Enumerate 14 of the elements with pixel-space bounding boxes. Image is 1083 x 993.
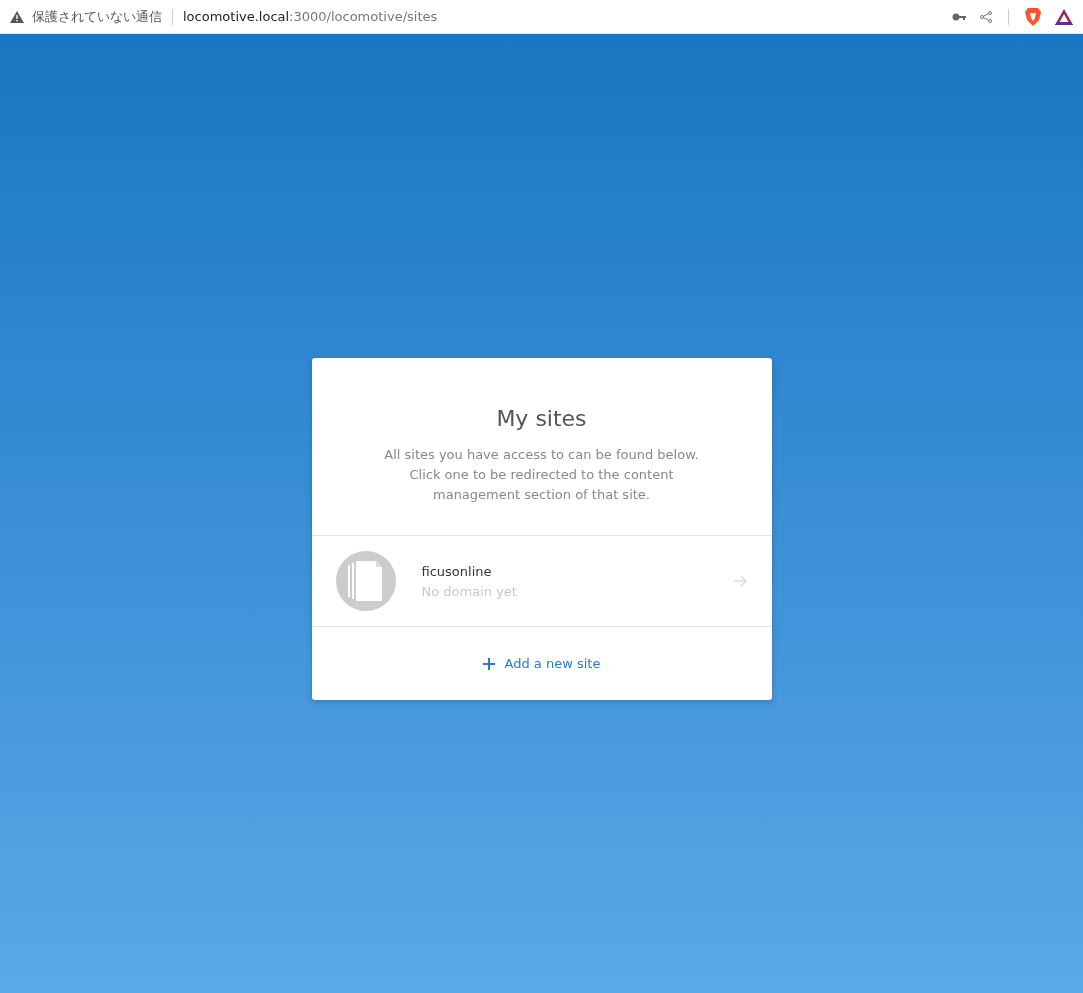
document-icon <box>347 561 384 601</box>
security-label[interactable]: 保護されていない通信 <box>32 7 162 26</box>
site-name: ficusonline <box>421 563 493 579</box>
warning-icon <box>10 10 24 23</box>
plus-icon <box>482 657 495 670</box>
key-icon[interactable] <box>952 12 966 21</box>
arrow-right-icon <box>733 575 748 587</box>
lion-shield-icon[interactable] <box>1025 7 1041 26</box>
share-icon[interactable] <box>980 10 992 23</box>
card-description: All sites you have access to can be found below. Click one to be redirected to the content management section of that site. <box>383 446 700 504</box>
url-field[interactable]: locomotive.local:3000/locomotive/sites <box>183 9 944 24</box>
card-title: My sites <box>495 406 588 431</box>
add-site-link[interactable]: Add a new site <box>311 627 772 700</box>
triangle-logo-icon[interactable] <box>1055 8 1073 25</box>
